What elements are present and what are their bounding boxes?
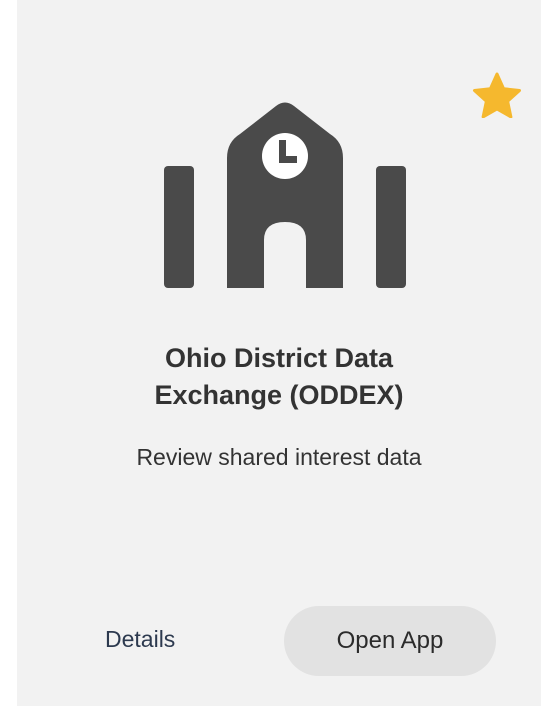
app-title: Ohio District Data Exchange (ODDEX) bbox=[57, 340, 501, 414]
school-clock-icon bbox=[164, 92, 406, 288]
favorite-star-icon[interactable] bbox=[471, 72, 523, 118]
app-description: Review shared interest data bbox=[136, 444, 422, 470]
open-app-button[interactable]: Open App bbox=[284, 606, 496, 676]
app-card: Ohio District Data Exchange (ODDEX) Revi… bbox=[17, 0, 541, 706]
app-title-line-1: Ohio District Data bbox=[164, 343, 394, 373]
details-link[interactable]: Details bbox=[105, 622, 175, 656]
app-title-line-2: Exchange (ODDEX) bbox=[154, 380, 404, 410]
star-icon bbox=[473, 72, 521, 118]
